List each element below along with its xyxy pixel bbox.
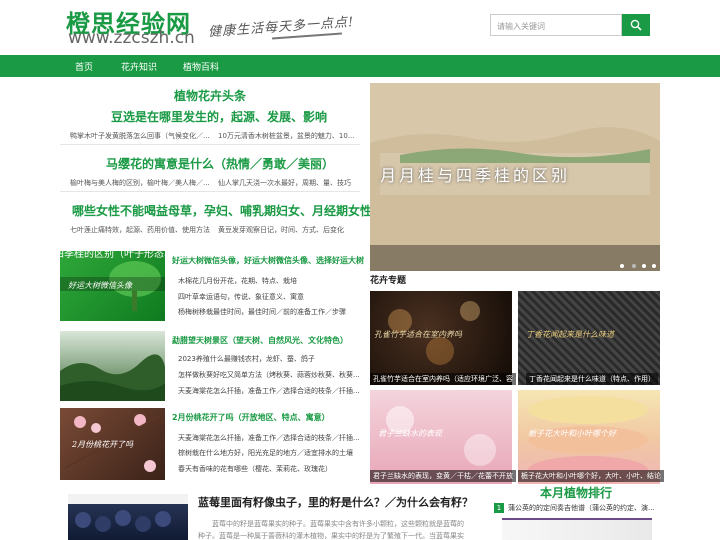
card-image-caption: 好运大树微信头像 — [68, 281, 132, 290]
card-link[interactable]: 四叶草幸运语句，传说、象征意义、寓意 — [178, 292, 304, 302]
card-link[interactable]: 怎样做秋葵好吃又简单方法（烤秋葵、蒜蓉炒秋葵、秋葵... — [178, 370, 360, 380]
card-link[interactable]: 春天有香味的花有哪些（樱花、茉莉花、玫瑰花） — [178, 464, 332, 474]
headline-title[interactable]: 哪些女性不能喝益母草，孕妇、哺乳期妇女、月经期女性 — [72, 202, 372, 219]
article-excerpt: 蓝莓中的籽是蓝莓果实的种子。蓝莓果实中含有许多小颗粒，这些颗粒就是蓝莓的 — [212, 520, 464, 528]
divider — [60, 191, 360, 192]
main-nav: 首页 花卉知识 植物百科 — [0, 55, 720, 77]
card-image[interactable]: 好运大树微信头像 — [60, 251, 165, 321]
search-button[interactable] — [622, 14, 650, 36]
slider-caption-bar — [370, 245, 660, 271]
topic-card[interactable]: 孔雀竹芋适合在室内养吗 — [370, 291, 512, 385]
card-link[interactable]: 天麦海棠花怎么扦插，准备工作／选择合适的枝条／扦插... — [178, 386, 360, 396]
slider-dot[interactable] — [632, 264, 636, 268]
slogan: 健康生活每天多一点点! — [207, 14, 355, 41]
card-image[interactable]: 2月份桃花开了吗 — [60, 408, 165, 480]
card-link[interactable]: 天麦海棠花怎么扦插，准备工作／选择合适的枝条／扦插... — [178, 433, 360, 443]
card-link[interactable]: 2023养殖什么最赚钱农村，龙虾、蚕、鸽子 — [178, 354, 315, 364]
nav-home[interactable]: 首页 — [75, 60, 93, 73]
article-image[interactable] — [68, 494, 188, 540]
nav-plant-encyclopedia[interactable]: 植物百科 — [183, 60, 219, 73]
ranking-title: 本月植物排行 — [540, 486, 613, 500]
topic-caption[interactable]: 丁香花闻起来是什么味道（特点、作用） — [526, 373, 658, 385]
search-icon — [630, 19, 642, 31]
topic-caption[interactable]: 孔雀竹芋适合在室内养吗（适应环境广泛、容 — [370, 373, 516, 385]
card-link[interactable]: 杨梅树移栽最佳时间，最佳时间／前的准备工作／步骤 — [178, 307, 346, 317]
topic-section-title: 花卉专题 — [370, 276, 407, 286]
topic-image-text: 栀子花大叶和小叶哪个好 — [528, 429, 616, 438]
blueberry-illustration — [68, 494, 188, 532]
slider-dot[interactable] — [620, 264, 624, 268]
topic-card[interactable]: 丁香花闻起来是什么味道 — [518, 291, 660, 385]
headline-link[interactable]: 黄豆发芽观察日记，时间、方式、后变化 — [218, 225, 344, 235]
topic-image-text: 孔雀竹芋适合在室内养吗 — [374, 330, 462, 339]
site-header: 橙思经验网 www.zzcszh.cn 健康生活每天多一点点! 请输入关键词 — [0, 0, 720, 55]
topic-caption[interactable]: 栀子花大叶和小叶哪个好，大叶、小叶、结论 — [518, 470, 664, 482]
card-title[interactable]: 勐腊望天树景区（望天树、自然风光、文化特色） — [172, 335, 348, 346]
slider-caption[interactable]: 月月桂与四季桂的区别（叶子形态、花朵特征、适应气候） — [14, 245, 274, 260]
slider-dot[interactable] — [652, 264, 656, 268]
headline-link[interactable]: 仙人掌几天浇一次水最好，周期、量、技巧 — [218, 178, 351, 188]
section-title-headlines: 植物花卉头条 — [174, 89, 247, 103]
search-input[interactable]: 请输入关键词 — [490, 14, 622, 36]
forest-illustration — [60, 354, 165, 401]
rank-item[interactable]: 蒲公英的的定间奏吉他谱（蒲公英的约定、演... — [508, 503, 655, 513]
topic-image-text: 丁香花闻起来是什么味道 — [526, 330, 614, 339]
article-excerpt: 种子。蓝莓是一种属于蔷薇科的灌木植物，果实中的籽是为了繁殖下一代。当蓝莓果实 — [198, 532, 464, 540]
card-title[interactable]: 2月份桃花开了吗（开放地区、特点、寓意） — [172, 412, 330, 423]
headline-link[interactable]: 榆叶梅与美人梅的区别，榆叶梅／美人梅／... — [70, 178, 210, 188]
slider-dot[interactable] — [642, 264, 646, 268]
article-title[interactable]: 蓝莓里面有籽像虫子，里的籽是什么？／为什么会有籽？ — [198, 494, 473, 510]
divider — [60, 144, 360, 145]
slider-title-text: 月月桂与四季桂的区别 — [380, 166, 571, 185]
rank-thumbnail[interactable] — [502, 518, 652, 540]
headline-link[interactable]: 鸭掌木叶子发黄脱落怎么回事（气候变化／... — [70, 131, 210, 141]
rank-number: 1 — [494, 503, 504, 513]
logo-url[interactable]: www.zzcszh.cn — [68, 28, 195, 48]
headline-link[interactable]: 七叶莲止痛特效，起源、药用价值、使用方法 — [70, 225, 210, 235]
card-link[interactable]: 木棉花几月份开花，花期、特点、栽培 — [178, 276, 297, 286]
card-link[interactable]: 棕树栽在什么地方好，阳光充足的地方／适宜排水的土壤 — [178, 448, 353, 458]
headline-link[interactable]: 10万元清香木树桩盆景，盆景的魅力、10... — [218, 131, 355, 141]
topic-caption[interactable]: 君子兰缺水的表现，变黄／干枯／花蕾不开放 — [370, 470, 516, 482]
topic-image-text: 君子兰缺水的表现 — [378, 429, 442, 438]
card-image[interactable] — [60, 331, 165, 401]
card-image-caption: 2月份桃花开了吗 — [72, 440, 134, 449]
headline-title[interactable]: 豆选是在哪里发生的，起源、发展、影响 — [111, 108, 327, 125]
headline-title[interactable]: 马缨花的寓意是什么（热情／勇敢／美丽） — [106, 155, 334, 172]
nav-flower-knowledge[interactable]: 花卉知识 — [121, 60, 157, 73]
